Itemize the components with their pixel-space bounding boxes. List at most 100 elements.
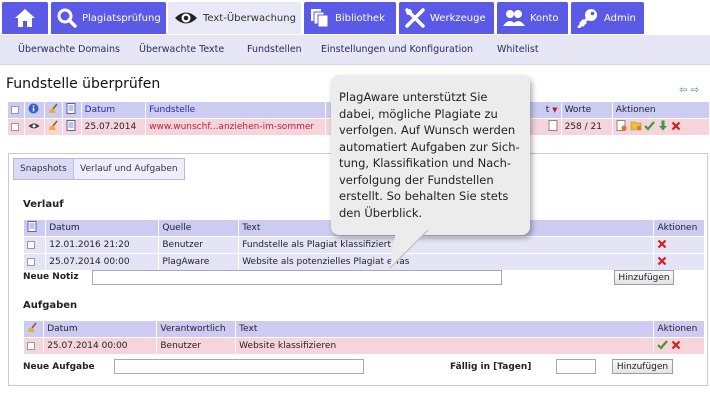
nav-tab-admin[interactable]: Admin	[571, 2, 644, 34]
row-view-cell[interactable]	[24, 118, 45, 136]
subnav-item-whitelist[interactable]: Whitelist	[497, 44, 539, 55]
row-select[interactable]	[22, 236, 47, 254]
row-select[interactable]	[6, 118, 26, 136]
aufgaben-datum-header: Datum	[43, 320, 158, 338]
select-all-header[interactable]	[6, 101, 26, 119]
worte-header: Worte	[560, 101, 613, 119]
eye-icon	[174, 9, 198, 27]
broom-icon[interactable]	[48, 120, 59, 134]
verlauf-datum: 25.07.2014 00:00	[45, 253, 160, 271]
nav-tab-label: Text-Überwachung	[203, 12, 296, 24]
document-icon[interactable]	[548, 120, 558, 134]
nav-tab-plagiatspruefung[interactable]: Plagiatsprüfung	[51, 2, 166, 34]
page-title: Fundstelle überprüfen	[6, 76, 161, 92]
key-icon	[577, 8, 599, 28]
document-icon[interactable]	[66, 120, 76, 134]
nav-tab-label: Konto	[530, 12, 559, 24]
aufgaben-heading: Aufgaben	[23, 300, 78, 311]
broom-header	[22, 320, 45, 338]
row-worte: 258 / 21	[560, 118, 613, 136]
tools-icon	[405, 8, 425, 28]
verlauf-datum: 12.01.2016 21:20	[45, 236, 160, 254]
notiz-hinzufuegen-button[interactable]: Hinzufügen	[614, 270, 674, 285]
fundstelle-header[interactable]: Fundstelle	[145, 101, 327, 119]
home-icon	[14, 8, 36, 28]
row-checkbox[interactable]	[27, 341, 35, 350]
nav-tab-bibliothek[interactable]: Bibliothek	[304, 2, 396, 34]
broom-icon	[48, 103, 59, 117]
row-broom-cell[interactable]	[43, 118, 64, 136]
users-icon	[503, 9, 525, 27]
neue-notiz-input[interactable]	[92, 270, 502, 285]
arrow-down-icon[interactable]	[658, 120, 668, 134]
aufgaben-text: Website klassifizieren	[235, 337, 655, 355]
subnav-item-einstellungen[interactable]: Einstellungen und Konfiguration	[321, 44, 473, 55]
broom-icon	[27, 322, 38, 336]
folder-icon[interactable]	[630, 120, 642, 134]
sort-header-label: t	[545, 105, 550, 115]
document-header	[62, 101, 82, 119]
table-row: 25.07.2014 00:00 PlagAware Website als p…	[22, 253, 705, 271]
prev-next-arrows[interactable]: ⇦ ⇨	[679, 85, 699, 96]
nav-tab-text-ueberwachung[interactable]: Text-Überwachung	[168, 2, 301, 34]
verlauf-quelle: PlagAware	[158, 253, 240, 271]
info-icon	[28, 103, 39, 117]
verlauf-quelle-header: Quelle	[158, 219, 240, 237]
verlauf-quelle: Benutzer	[158, 236, 240, 254]
faellig-label: Fällig in [Tagen]	[450, 362, 532, 372]
main-navigation: Plagiatsprüfung Text-Überwachung Bibliot…	[0, 0, 710, 35]
row-checkbox[interactable]	[27, 257, 35, 266]
tab-snapshots[interactable]: Snapshots	[13, 158, 74, 180]
datum-header[interactable]: Datum	[80, 101, 147, 119]
check-icon[interactable]	[644, 120, 656, 134]
aufgaben-text-header: Text	[235, 320, 655, 338]
neue-aufgabe-label: Neue Aufgabe	[23, 362, 95, 372]
table-row: 25.07.2014 00:00 Benutzer Website klassi…	[22, 337, 705, 355]
close-icon[interactable]	[671, 340, 681, 353]
report-icon[interactable]	[616, 120, 627, 134]
speech-bubble-text: PlagAware unterstützt Sie dabei, möglich…	[339, 90, 520, 220]
subnav-item-ueberwachte-domains[interactable]: Überwachte Domains	[18, 44, 120, 55]
row-checkbox[interactable]	[11, 122, 19, 131]
row-fundstelle-link[interactable]: www.wunschf...anziehen-im-sommer	[145, 118, 327, 136]
subnav-item-fundstellen[interactable]: Fundstellen	[247, 44, 302, 55]
document-icon	[66, 103, 76, 117]
select-all-checkbox[interactable]	[11, 105, 19, 114]
close-icon[interactable]	[657, 256, 667, 269]
row-actions	[653, 236, 705, 254]
close-icon[interactable]	[671, 121, 681, 134]
row-checkbox[interactable]	[27, 240, 35, 249]
aufgaben-datum: 25.07.2014 00:00	[43, 337, 158, 355]
nav-tab-label: Werkzeuge	[430, 12, 486, 24]
neue-notiz-label: Neue Notiz	[23, 272, 79, 282]
doc-header	[22, 219, 47, 237]
subnav-item-ueberwachte-texte[interactable]: Überwachte Texte	[139, 44, 224, 55]
search-icon	[57, 8, 77, 28]
table-row: 12.01.2016 21:20 Benutzer Fundstelle als…	[22, 236, 705, 254]
aufgabe-hinzufuegen-button[interactable]: Hinzufügen	[612, 359, 673, 374]
row-actions	[653, 337, 705, 355]
tab-verlauf-und-aufgaben[interactable]: Verlauf und Aufgaben	[73, 158, 185, 180]
nav-tab-werkzeuge[interactable]: Werkzeuge	[399, 2, 494, 34]
nav-tab-home[interactable]	[2, 2, 48, 34]
row-document-cell[interactable]	[62, 118, 82, 136]
aktionen-header: Aktionen	[611, 101, 710, 119]
verlauf-heading: Verlauf	[23, 199, 64, 210]
row-select[interactable]	[22, 337, 45, 355]
document-icon	[27, 221, 37, 235]
nav-tab-label: Plagiatsprüfung	[82, 12, 161, 24]
verlauf-aktionen-header: Aktionen	[653, 219, 705, 237]
close-icon[interactable]	[657, 239, 667, 252]
library-icon	[310, 8, 330, 28]
aufgaben-verantwortlich: Benutzer	[156, 337, 237, 355]
sub-navigation: Überwachte Domains Überwachte Texte Fund…	[0, 35, 710, 65]
check-icon[interactable]	[657, 339, 669, 353]
faellig-input[interactable]	[556, 359, 596, 374]
eye-icon[interactable]	[28, 122, 40, 133]
sort-down-icon: ▼	[552, 106, 558, 114]
neue-aufgabe-input[interactable]	[114, 359, 364, 374]
aufgaben-aktionen-header: Aktionen	[653, 320, 705, 338]
nav-tab-label: Admin	[604, 12, 636, 24]
row-select[interactable]	[22, 253, 47, 271]
nav-tab-konto[interactable]: Konto	[497, 2, 568, 34]
